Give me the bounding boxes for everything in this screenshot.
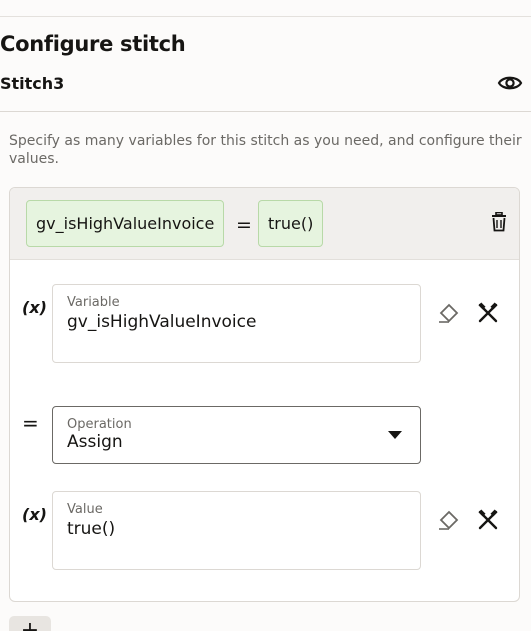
value-label: Value: [67, 502, 103, 517]
variable-panel: gv_isHighValueInvoice = true() (x) Varia…: [9, 187, 520, 602]
eye-icon[interactable]: [497, 72, 523, 94]
description-text: Specify as many variables for this stitc…: [9, 133, 522, 167]
trash-icon[interactable]: [490, 212, 508, 232]
header-divider: [0, 111, 531, 112]
value-fx-icon: (x): [22, 505, 47, 524]
operation-equals-icon: =: [22, 411, 39, 435]
tools-icon[interactable]: [477, 509, 499, 531]
summary-value-chip: true(): [258, 200, 324, 247]
operation-label: Operation: [67, 417, 132, 432]
add-variable-button[interactable]: +: [9, 616, 51, 631]
page-title: Configure stitch: [0, 32, 186, 56]
eraser-icon[interactable]: [437, 302, 459, 324]
summary-operator: =: [236, 214, 252, 236]
top-divider: [0, 16, 531, 17]
variable-value: gv_isHighValueInvoice: [67, 312, 257, 332]
summary-variable-chip: gv_isHighValueInvoice: [26, 200, 225, 247]
variable-label: Variable: [67, 295, 120, 310]
eraser-icon[interactable]: [437, 509, 459, 531]
operation-select[interactable]: Operation Assign: [52, 406, 421, 464]
variable-summary-header[interactable]: gv_isHighValueInvoice = true(): [10, 188, 519, 260]
variable-fx-icon: (x): [22, 298, 47, 317]
operation-value: Assign: [67, 432, 123, 452]
chevron-down-icon[interactable]: [388, 431, 402, 439]
tools-icon[interactable]: [477, 302, 499, 324]
value-value: true(): [67, 519, 116, 539]
stitch-name: Stitch3: [0, 74, 65, 93]
variable-field[interactable]: Variable gv_isHighValueInvoice: [52, 284, 421, 363]
value-field[interactable]: Value true(): [52, 491, 421, 570]
